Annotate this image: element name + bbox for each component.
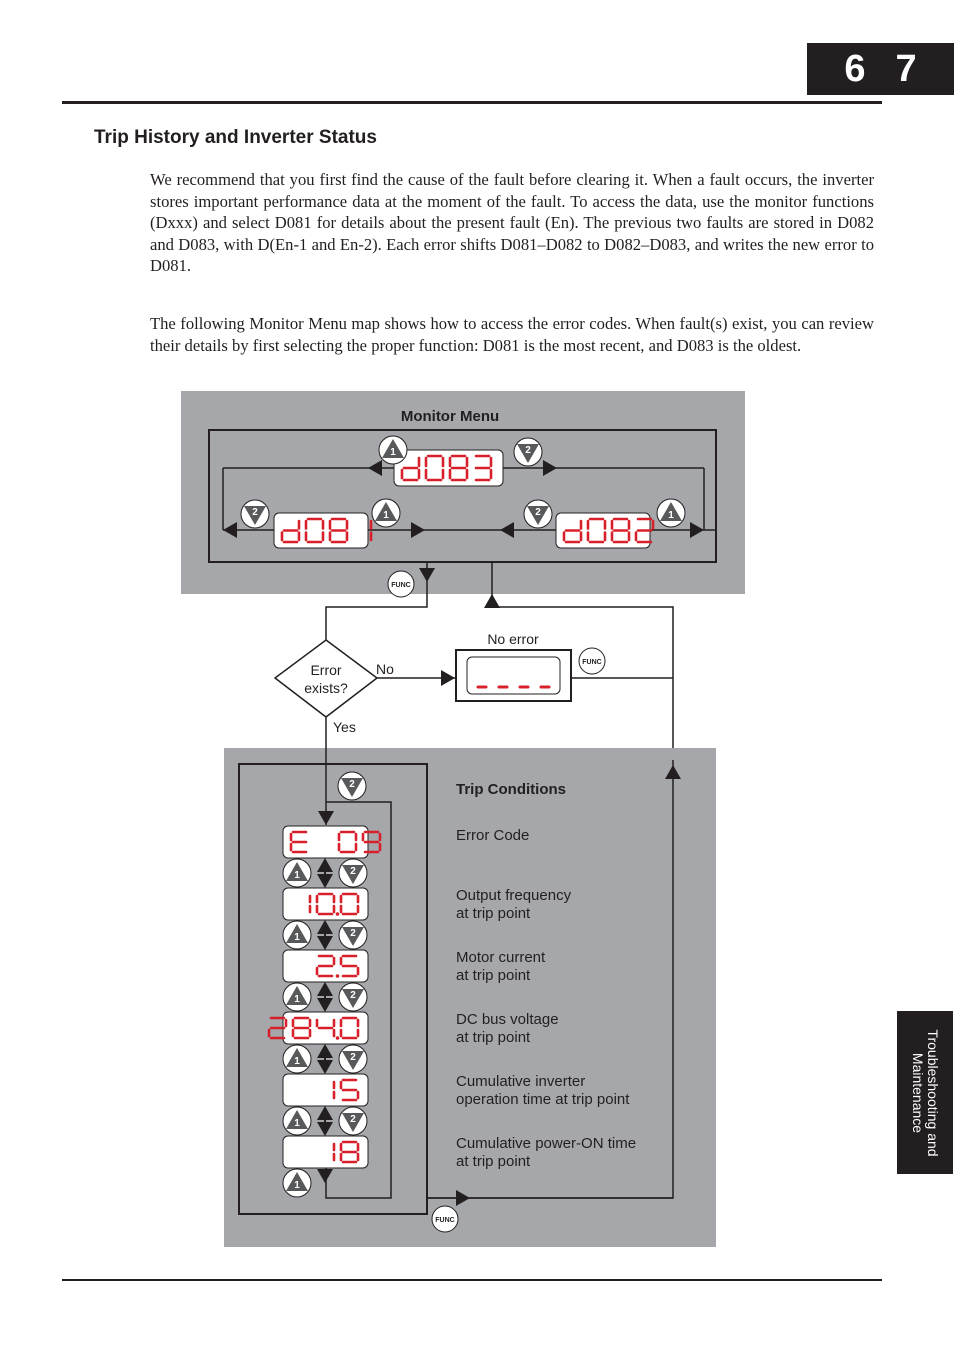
- key-number: 2: [350, 1052, 356, 1063]
- up-key-button[interactable]: 1: [282, 982, 312, 1012]
- decision-text-line-2: exists?: [304, 680, 348, 696]
- down-key-button[interactable]: 2: [338, 858, 368, 888]
- display-d082: [555, 512, 655, 549]
- no-branch-label: No: [376, 661, 394, 677]
- trip-display-2: [282, 949, 369, 983]
- up-key-button[interactable]: 1: [282, 1168, 312, 1198]
- func-key-label: FUNC: [435, 1217, 454, 1224]
- trip-condition-desc: Cumulative inverter: [456, 1073, 585, 1090]
- func-key-button[interactable]: FUNC: [431, 1205, 459, 1233]
- decision-text-line-1: Error: [310, 662, 341, 678]
- trip-condition-desc: operation time at trip point: [456, 1091, 630, 1108]
- footer-rule: [62, 1279, 882, 1281]
- key-number: 2: [535, 507, 541, 518]
- func-key-button[interactable]: FUNC: [578, 647, 606, 675]
- side-tab-line-2: Maintenance: [910, 1052, 926, 1133]
- yes-branch-label: Yes: [333, 719, 356, 735]
- key-number: 1: [294, 1118, 300, 1129]
- key-number: 1: [668, 510, 674, 521]
- down-key-button[interactable]: 2: [338, 982, 368, 1012]
- key-number: 2: [525, 445, 531, 456]
- arrow-up-icon: [484, 594, 500, 608]
- key-number: 1: [294, 932, 300, 943]
- side-tab-troubleshooting[interactable]: Troubleshooting and Maintenance: [897, 1011, 953, 1174]
- no-error-label: No error: [487, 631, 539, 647]
- decimal-point: [335, 912, 340, 916]
- trip-condition-desc: at trip point: [456, 967, 531, 984]
- trip-condition-desc: DC bus voltage: [456, 1011, 559, 1028]
- key-number: 2: [350, 928, 356, 939]
- down-key-button[interactable]: 2: [523, 499, 553, 529]
- trip-display-1: [282, 887, 369, 921]
- up-key-button[interactable]: 1: [656, 498, 686, 528]
- trip-conditions-title: Trip Conditions: [456, 781, 566, 798]
- trip-display-4: [282, 1073, 369, 1107]
- func-key-label: FUNC: [582, 659, 601, 666]
- key-number: 1: [383, 510, 389, 521]
- trip-condition-desc: Error Code: [456, 827, 529, 844]
- decision-diamond: [273, 639, 379, 718]
- display-d083: [393, 449, 504, 487]
- monitor-menu-title: Monitor Menu: [401, 408, 499, 425]
- up-key-button[interactable]: 1: [378, 435, 408, 465]
- arrow-right-icon: [441, 670, 455, 686]
- down-key-button[interactable]: 2: [337, 771, 367, 801]
- trip-display-5: [282, 1135, 369, 1169]
- down-key-button[interactable]: 2: [240, 499, 270, 529]
- up-key-button[interactable]: 1: [282, 1044, 312, 1074]
- trip-condition-desc: Cumulative power-ON time: [456, 1135, 636, 1152]
- down-key-button[interactable]: 2: [513, 437, 543, 467]
- key-number: 1: [294, 1056, 300, 1067]
- decimal-point: [335, 974, 340, 978]
- up-key-button[interactable]: 1: [371, 498, 401, 528]
- down-key-button[interactable]: 2: [338, 920, 368, 950]
- display-d081: [273, 512, 373, 549]
- key-number: 2: [350, 1114, 356, 1125]
- trip-condition-desc: Motor current: [456, 949, 546, 966]
- key-number: 2: [349, 779, 355, 790]
- key-number: 1: [390, 447, 396, 458]
- key-number: 2: [350, 990, 356, 1001]
- side-tab-line-1: Troubleshooting and: [925, 1028, 941, 1157]
- up-key-button[interactable]: 1: [282, 858, 312, 888]
- key-number: 1: [294, 994, 300, 1005]
- down-key-button[interactable]: 2: [338, 1044, 368, 1074]
- func-key-label: FUNC: [391, 582, 410, 589]
- trip-condition-desc: Output frequency: [456, 887, 572, 904]
- trip-condition-desc: at trip point: [456, 1029, 531, 1046]
- monitor-menu-diagram: Monitor Menu 1 2 2 1 2 1 FUNC Error exists? No Yes N…: [181, 391, 745, 1247]
- up-key-button[interactable]: 1: [282, 920, 312, 950]
- func-key-button[interactable]: FUNC: [387, 570, 415, 598]
- key-number: 1: [294, 870, 300, 881]
- key-number: 2: [350, 866, 356, 877]
- down-key-button[interactable]: 2: [338, 1106, 368, 1136]
- trip-condition-desc: at trip point: [456, 905, 531, 922]
- key-number: 1: [294, 1180, 300, 1191]
- trip-condition-desc: at trip point: [456, 1153, 531, 1170]
- up-key-button[interactable]: 1: [282, 1106, 312, 1136]
- trip-display-0: [282, 825, 382, 859]
- decimal-point: [335, 1036, 340, 1040]
- key-number: 2: [252, 507, 258, 518]
- trip-display-3: [267, 1011, 369, 1045]
